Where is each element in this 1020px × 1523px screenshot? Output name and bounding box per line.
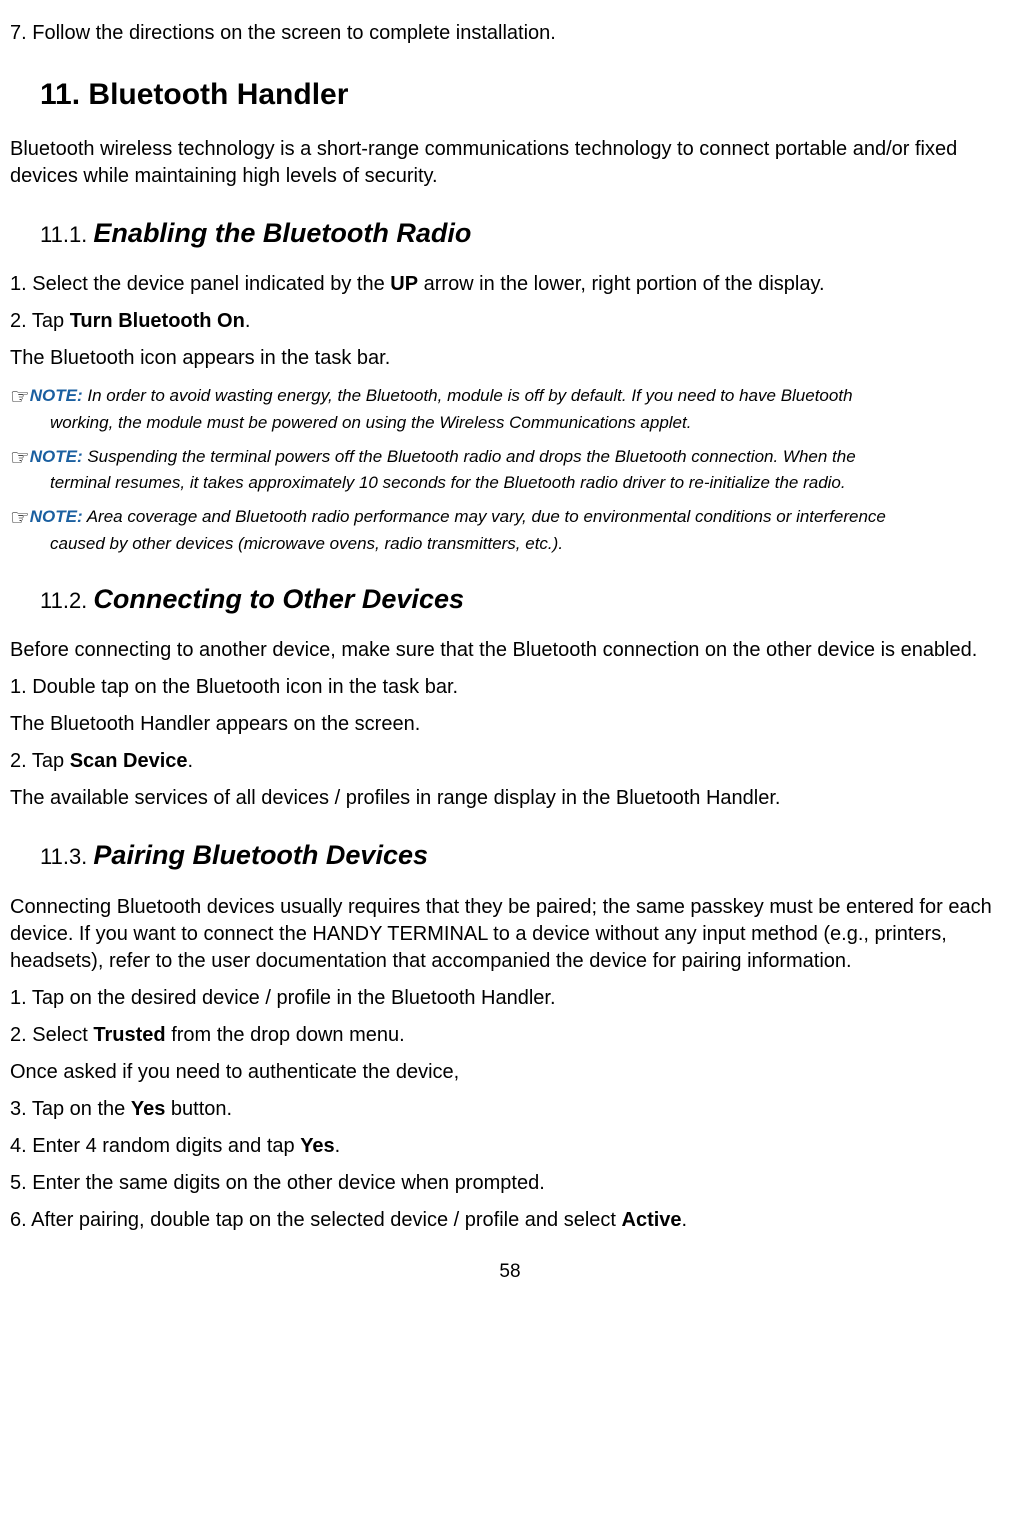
- note-text-cont: working, the module must be powered on u…: [50, 412, 1010, 435]
- s11-2-step2: 2. Tap Scan Device.: [10, 748, 1010, 775]
- text: button.: [165, 1098, 232, 1120]
- note-text-cont: terminal resumes, it takes approximately…: [50, 472, 1010, 495]
- active-bold: Active: [622, 1209, 682, 1231]
- s11-3-step4: 4. Enter 4 random digits and tap Yes.: [10, 1133, 1010, 1160]
- pointer-icon: ☞: [10, 503, 30, 533]
- heading-11-3-num: 11.3.: [40, 844, 93, 869]
- note-label: NOTE:: [30, 507, 83, 526]
- s11-3-step6: 6. After pairing, double tap on the sele…: [10, 1207, 1010, 1234]
- s11-3-note: Once asked if you need to authenticate t…: [10, 1059, 1010, 1086]
- heading-11-2-num: 11.2.: [40, 588, 93, 613]
- text: arrow in the lower, right portion of the…: [418, 273, 825, 295]
- step-7: 7. Follow the directions on the screen t…: [10, 20, 1010, 47]
- text: 1. Select the device panel indicated by …: [10, 273, 390, 295]
- heading-11-3: 11.3. Pairing Bluetooth Devices: [40, 837, 1010, 873]
- page-number: 58: [10, 1259, 1010, 1285]
- s11-2-intro: Before connecting to another device, mak…: [10, 637, 1010, 664]
- s11-1-step1: 1. Select the device panel indicated by …: [10, 271, 1010, 298]
- text: 3. Tap on the: [10, 1098, 131, 1120]
- note-label: NOTE:: [30, 386, 83, 405]
- text: .: [335, 1135, 341, 1157]
- note-1: ☞NOTE: In order to avoid wasting energy,…: [10, 382, 1010, 435]
- note-text: Suspending the terminal powers off the B…: [83, 447, 856, 466]
- heading-11-2: 11.2. Connecting to Other Devices: [40, 581, 1010, 617]
- text: .: [682, 1209, 688, 1231]
- heading-11-num: 11.: [40, 78, 80, 111]
- s11-3-intro: Connecting Bluetooth devices usually req…: [10, 894, 1010, 975]
- heading-11-1-title: Enabling the Bluetooth Radio: [93, 218, 471, 248]
- s11-1-result: The Bluetooth icon appears in the task b…: [10, 345, 1010, 372]
- trusted-bold: Trusted: [93, 1024, 165, 1046]
- note-label: NOTE:: [30, 447, 83, 466]
- heading-11-title: Bluetooth Handler: [80, 78, 348, 111]
- text: .: [245, 310, 251, 332]
- s11-2-result1: The Bluetooth Handler appears on the scr…: [10, 711, 1010, 738]
- heading-11-1: 11.1. Enabling the Bluetooth Radio: [40, 215, 1010, 251]
- note-text: In order to avoid wasting energy, the Bl…: [83, 386, 853, 405]
- s11-3-step3: 3. Tap on the Yes button.: [10, 1096, 1010, 1123]
- heading-11-2-title: Connecting to Other Devices: [93, 584, 464, 614]
- yes-bold-2: Yes: [300, 1135, 334, 1157]
- s11-2-result2: The available services of all devices / …: [10, 785, 1010, 812]
- s11-3-step2: 2. Select Trusted from the drop down men…: [10, 1022, 1010, 1049]
- yes-bold: Yes: [131, 1098, 165, 1120]
- heading-11-1-num: 11.1.: [40, 222, 93, 247]
- text: from the drop down menu.: [166, 1024, 405, 1046]
- up-bold: UP: [390, 273, 418, 295]
- text: .: [188, 750, 194, 772]
- s11-3-step1: 1. Tap on the desired device / profile i…: [10, 985, 1010, 1012]
- note-text: Area coverage and Bluetooth radio perfor…: [83, 507, 886, 526]
- text: 2. Tap: [10, 750, 70, 772]
- pointer-icon: ☞: [10, 382, 30, 412]
- text: 6. After pairing, double tap on the sele…: [10, 1209, 622, 1231]
- scan-device-bold: Scan Device: [70, 750, 188, 772]
- pointer-icon: ☞: [10, 443, 30, 473]
- s11-3-step5: 5. Enter the same digits on the other de…: [10, 1170, 1010, 1197]
- heading-11-3-title: Pairing Bluetooth Devices: [93, 840, 428, 870]
- text: 4. Enter 4 random digits and tap: [10, 1135, 300, 1157]
- turn-bluetooth-on-bold: Turn Bluetooth On: [70, 310, 245, 332]
- s11-1-step2: 2. Tap Turn Bluetooth On.: [10, 308, 1010, 335]
- s11-2-step1: 1. Double tap on the Bluetooth icon in t…: [10, 674, 1010, 701]
- note-text-cont: caused by other devices (microwave ovens…: [50, 533, 1010, 556]
- intro-paragraph: Bluetooth wireless technology is a short…: [10, 136, 1010, 190]
- text: 2. Select: [10, 1024, 93, 1046]
- note-2: ☞NOTE: Suspending the terminal powers of…: [10, 443, 1010, 496]
- text: 2. Tap: [10, 310, 70, 332]
- heading-11: 11. Bluetooth Handler: [40, 75, 1010, 116]
- note-3: ☞NOTE: Area coverage and Bluetooth radio…: [10, 503, 1010, 556]
